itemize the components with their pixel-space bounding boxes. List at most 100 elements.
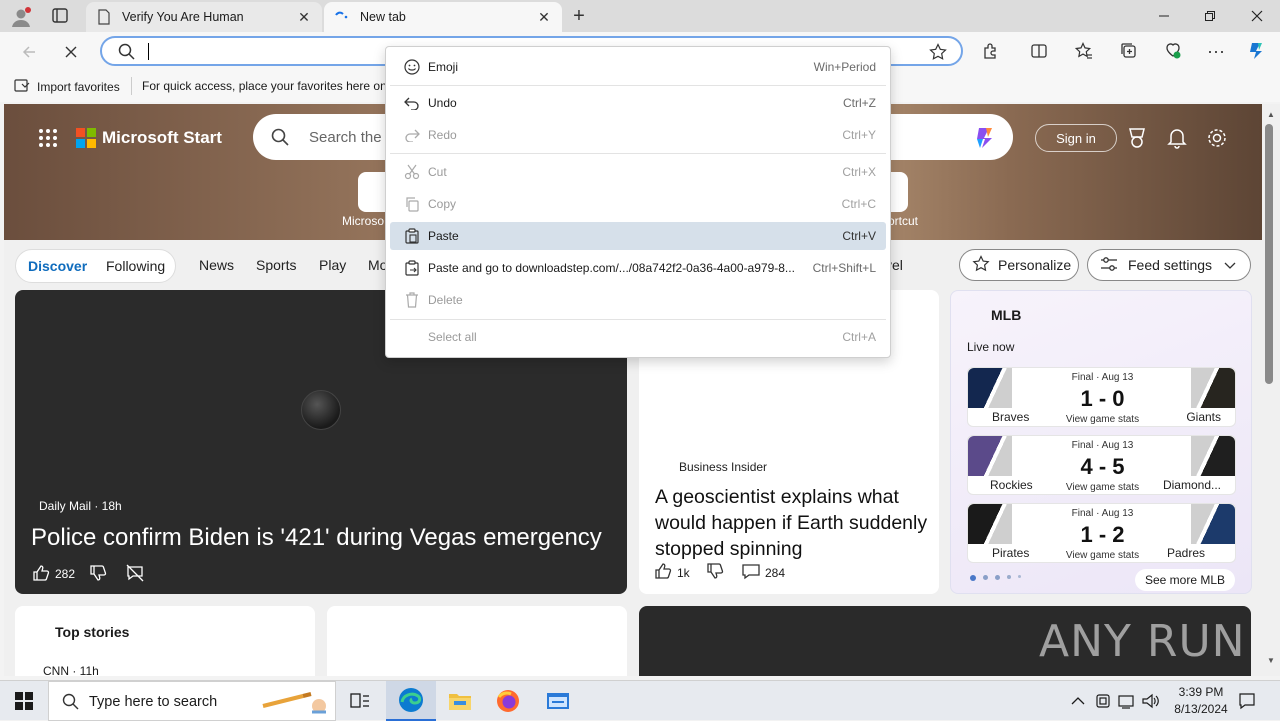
- tab-new-tab[interactable]: New tab ✕: [324, 2, 562, 32]
- back-icon[interactable]: [16, 39, 42, 65]
- close-window-button[interactable]: [1234, 0, 1280, 32]
- sign-in-button[interactable]: Sign in: [1035, 124, 1117, 152]
- nav-news[interactable]: News: [199, 257, 234, 273]
- app-window-icon[interactable]: [534, 681, 582, 721]
- title-bar: Verify You Are Human ✕ New tab ✕ +: [0, 0, 1280, 32]
- loading-spinner: [301, 390, 341, 430]
- story-card[interactable]: ANY RUN: [639, 606, 1251, 676]
- split-screen-icon[interactable]: [1026, 38, 1052, 64]
- feed-settings-label: Feed settings: [1128, 257, 1213, 273]
- menu-separator: [390, 85, 886, 86]
- close-tab-icon[interactable]: ✕: [296, 9, 312, 26]
- copilot-icon[interactable]: [1244, 38, 1270, 64]
- clock-time[interactable]: 3:39 PM: [1172, 685, 1230, 699]
- taskbar-search-box[interactable]: Type here to search: [48, 681, 336, 721]
- rewards-icon[interactable]: [1127, 127, 1147, 152]
- volume-icon[interactable]: [1142, 693, 1160, 712]
- tab-verify[interactable]: Verify You Are Human ✕: [86, 2, 322, 32]
- game-stats-link[interactable]: View game stats: [968, 414, 1237, 425]
- menu-item-paste-and-go[interactable]: Paste and go to downloadstep.com/.../08a…: [390, 254, 886, 282]
- notifications-icon[interactable]: [1167, 127, 1187, 152]
- show-hidden-icons-icon[interactable]: [1071, 694, 1085, 709]
- dislike-icon[interactable]: [89, 564, 107, 585]
- game-score[interactable]: Final · Aug 13 4 - 5 Rockies Diamond... …: [967, 435, 1236, 495]
- menu-item-paste[interactable]: Paste Ctrl+V: [390, 222, 886, 250]
- collections-icon[interactable]: [1116, 38, 1142, 64]
- tab-following[interactable]: Following: [106, 258, 165, 274]
- more-menu-icon[interactable]: ···: [1203, 38, 1229, 64]
- nav-sports[interactable]: Sports: [256, 257, 296, 273]
- cut-icon: [390, 164, 428, 180]
- menu-item-undo[interactable]: Undo Ctrl+Z: [390, 89, 886, 117]
- game-score[interactable]: Final · Aug 13 1 - 2 Pirates Padres View…: [967, 503, 1236, 563]
- see-more-mlb-button[interactable]: See more MLB: [1135, 569, 1235, 591]
- menu-item-cut[interactable]: Cut Ctrl+X: [390, 158, 886, 186]
- browser-essentials-icon[interactable]: [1160, 38, 1186, 64]
- settings-gear-icon[interactable]: [1206, 127, 1228, 152]
- favorite-star-icon[interactable]: [929, 43, 947, 64]
- app-launcher-icon[interactable]: [38, 128, 58, 151]
- story-headline[interactable]: A geoscientist explains what would happe…: [655, 484, 931, 562]
- story-card[interactable]: [327, 606, 627, 676]
- game-stats-link[interactable]: View game stats: [968, 482, 1237, 493]
- restore-button[interactable]: [1187, 0, 1233, 32]
- extensions-icon[interactable]: [978, 38, 1004, 64]
- nav-play[interactable]: Play: [319, 257, 346, 273]
- file-explorer-icon[interactable]: [436, 681, 484, 721]
- clock-date[interactable]: 8/13/2024: [1166, 702, 1236, 716]
- page-scrollbar[interactable]: ▲ ▼: [1262, 104, 1280, 676]
- chevron-down-icon: [1224, 257, 1236, 273]
- comment-count: 284: [765, 566, 786, 580]
- tab-discover[interactable]: Discover: [28, 258, 87, 274]
- microsoft-logo-icon: [76, 128, 96, 151]
- network-icon[interactable]: [1118, 693, 1136, 712]
- feed-settings-button[interactable]: Feed settings: [1087, 249, 1251, 281]
- firefox-icon[interactable]: [484, 681, 532, 721]
- favorites-icon[interactable]: [1071, 38, 1097, 64]
- quick-link-label: Microso: [342, 214, 385, 228]
- divider: [131, 77, 132, 95]
- story-source: Business Insider: [679, 460, 768, 474]
- notifications-icon[interactable]: [1238, 692, 1256, 713]
- game-stats-link[interactable]: View game stats: [968, 550, 1237, 561]
- stop-loading-icon[interactable]: [58, 39, 84, 65]
- like-icon[interactable]: [654, 562, 672, 583]
- scroll-down-icon[interactable]: ▼: [1267, 656, 1275, 665]
- menu-item-redo[interactable]: Redo Ctrl+Y: [390, 121, 886, 149]
- brand-title[interactable]: Microsoft Start: [102, 128, 222, 148]
- menu-item-select-all[interactable]: Select all Ctrl+A: [390, 323, 886, 351]
- task-view-icon[interactable]: [336, 681, 384, 721]
- menu-item-emoji[interactable]: Emoji Win+Period: [390, 53, 886, 81]
- menu-item-copy[interactable]: Copy Ctrl+C: [390, 190, 886, 218]
- mlb-title[interactable]: MLB: [991, 307, 1021, 323]
- comments-off-icon[interactable]: [126, 564, 144, 585]
- scroll-up-icon[interactable]: ▲: [1267, 110, 1275, 119]
- paste-go-icon: [390, 260, 428, 276]
- profile-icon[interactable]: [10, 6, 32, 28]
- like-icon[interactable]: [32, 564, 50, 585]
- scroll-thumb[interactable]: [1265, 124, 1273, 384]
- paste-icon: [390, 228, 428, 244]
- edge-taskbar-icon[interactable]: [386, 681, 436, 721]
- close-tab-icon[interactable]: ✕: [536, 9, 552, 26]
- new-tab-button[interactable]: +: [568, 6, 590, 28]
- tab-actions-icon[interactable]: [50, 7, 70, 25]
- top-stories-title[interactable]: Top stories: [55, 624, 129, 640]
- tab-title: Verify You Are Human: [122, 10, 244, 24]
- story-headline[interactable]: Police confirm Biden is '421' during Veg…: [31, 524, 602, 552]
- personalize-button[interactable]: Personalize: [959, 249, 1079, 281]
- minimize-button[interactable]: [1141, 0, 1187, 32]
- import-favorites-button[interactable]: Import favorites: [14, 78, 120, 96]
- carousel-dots[interactable]: [970, 575, 1021, 581]
- game-score[interactable]: Final · Aug 13 1 - 0 Braves Giants View …: [967, 367, 1236, 427]
- feed-toggle: Discover Following: [15, 249, 176, 283]
- comment-icon[interactable]: [741, 562, 761, 583]
- menu-item-delete[interactable]: Delete: [390, 286, 886, 314]
- copilot-icon[interactable]: [971, 124, 999, 155]
- search-icon: [271, 128, 289, 149]
- dislike-icon[interactable]: [706, 562, 724, 583]
- start-button[interactable]: [0, 681, 48, 721]
- text-caret: [148, 43, 149, 60]
- taskbar-search-placeholder: Type here to search: [89, 694, 218, 710]
- system-tray-device-icon[interactable]: [1095, 693, 1111, 712]
